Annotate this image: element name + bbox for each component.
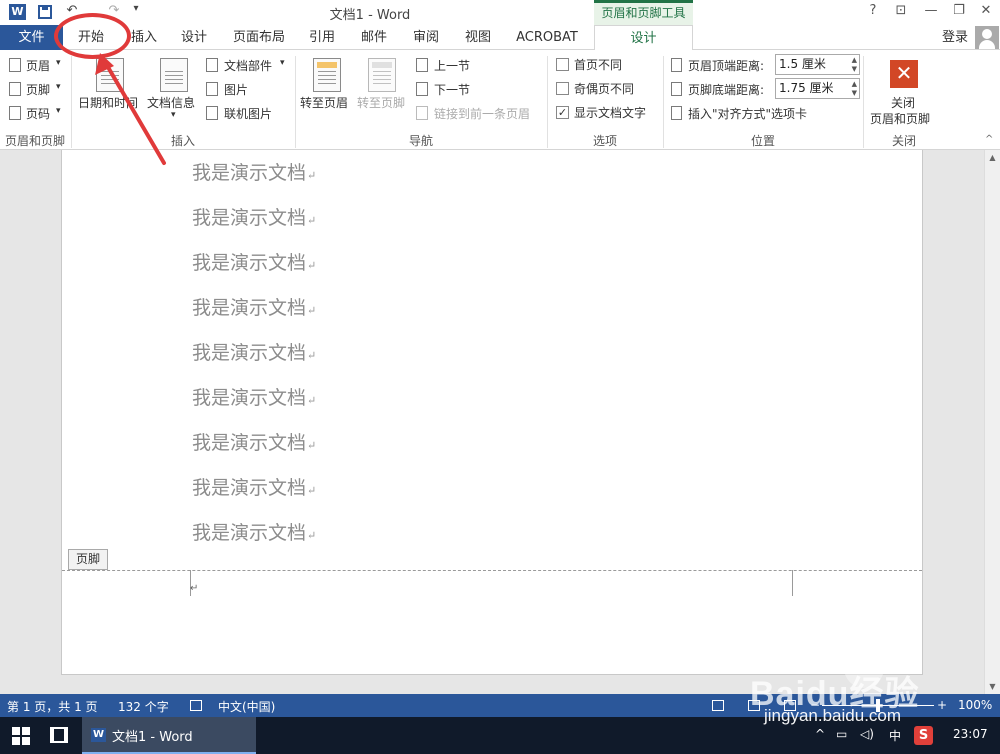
watermark-url: jingyan.baidu.com (764, 706, 902, 725)
word-count-status[interactable]: 132 个字 (118, 698, 169, 715)
language-status[interactable]: 中文(中国) (218, 698, 275, 715)
page-count-status[interactable]: 第 1 页，共 1 页 (7, 698, 98, 715)
windows-icon[interactable] (12, 727, 30, 745)
taskbar-word-label: 文档1 - Word (112, 730, 193, 745)
ime-indicator[interactable]: 中 (889, 727, 901, 744)
clock[interactable]: 23:07 (953, 727, 988, 741)
zoom-in-button[interactable]: + (937, 698, 947, 712)
sogou-input-icon[interactable]: S (914, 726, 933, 745)
read-mode-icon[interactable] (712, 700, 724, 711)
task-view-icon[interactable] (50, 727, 68, 743)
annotation-arrow (95, 53, 166, 165)
tray-overflow-icon[interactable]: ^ (815, 727, 825, 741)
network-icon[interactable]: ▭ (836, 727, 847, 741)
proofing-icon[interactable] (190, 700, 202, 711)
zoom-level[interactable]: 100% (958, 698, 992, 712)
taskbar-word-app[interactable]: W 文档1 - Word (82, 717, 256, 754)
word-logo-icon: W (91, 728, 106, 742)
volume-icon[interactable]: ◁) (860, 727, 874, 741)
